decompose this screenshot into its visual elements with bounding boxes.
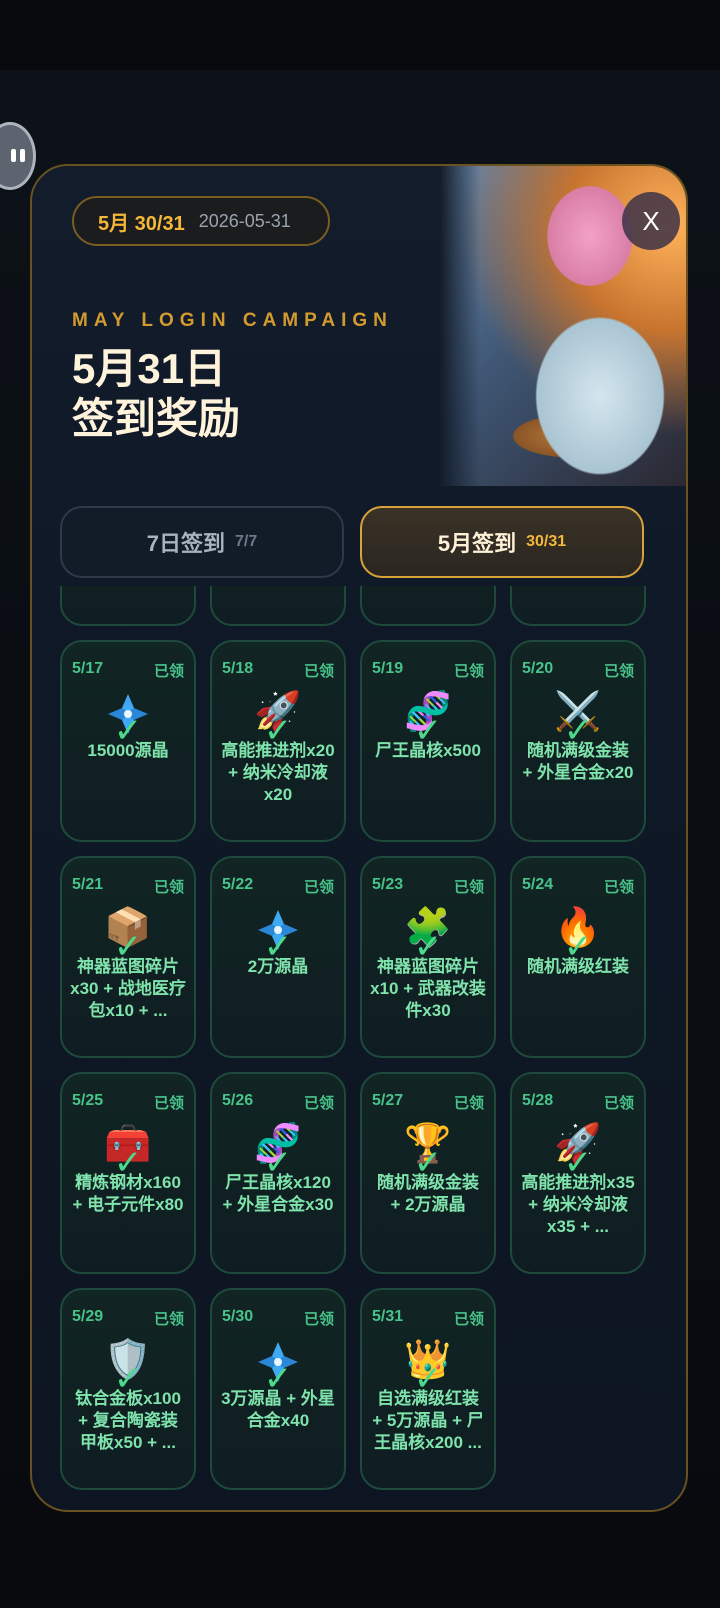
reward-text: 2万源晶 <box>247 957 309 976</box>
reward-text: 随机满级金装 + 外星合金x20 <box>522 741 634 782</box>
current-date: 2026-05-31 <box>198 210 291 231</box>
claimed-status: 已领 <box>453 879 484 896</box>
card-date: 5/29 <box>72 1308 104 1325</box>
card-date: 5/19 <box>372 660 404 677</box>
date-pill: 5月 30/31 2026-05-31 <box>72 196 330 246</box>
claimed-status: 已领 <box>603 879 634 896</box>
reward-card-5-24[interactable]: 5/24 已领 🔥 ✓ 随机满级红装 <box>510 856 646 1058</box>
reward-text: 随机满级红装 <box>527 957 629 976</box>
reward-card-partial[interactable] <box>60 586 196 626</box>
claimed-status: 已领 <box>303 1095 334 1112</box>
claimed-status: 已领 <box>303 1311 334 1328</box>
reward-text: 高能推进剂x35 + 纳米冷却液x35 + ... <box>521 1173 635 1236</box>
claimed-status: 已领 <box>303 879 334 896</box>
reward-card-partial[interactable] <box>510 586 646 626</box>
claimed-status: 已领 <box>453 1095 484 1112</box>
card-date: 5/30 <box>222 1308 254 1325</box>
card-date: 5/23 <box>372 876 404 893</box>
reward-card-5-26[interactable]: 5/26 已领 🧬 ✓ 尸王晶核x120 + 外星合金x30 <box>210 1072 346 1274</box>
reward-text: 精炼钢材x160 + 电子元件x80 <box>72 1173 184 1214</box>
reward-card-5-19[interactable]: 5/19 已领 🧬 ✓ 尸王晶核x500 <box>360 640 496 842</box>
close-button[interactable]: X <box>622 192 680 250</box>
reward-text: 自选满级红装 + 5万源晶 + 尸王晶核x200 ... <box>372 1389 484 1452</box>
card-date: 5/17 <box>72 660 104 677</box>
reward-grid[interactable]: 5/17 已领 ✓ 15000源晶 5/18 已领 🚀 ✓ 高能推进剂x20 + 纳米冷却液x2… <box>60 586 646 1510</box>
claimed-status: 已领 <box>453 663 484 680</box>
card-date: 5/18 <box>222 660 254 677</box>
card-date: 5/31 <box>372 1308 404 1325</box>
campaign-eyebrow: MAY LOGIN CAMPAIGN <box>72 310 393 331</box>
reward-card-5-29[interactable]: 5/29 已领 🛡️ ✓ 钛合金板x100 + 复合陶瓷装甲板x50 + ... <box>60 1288 196 1490</box>
reward-card-5-20[interactable]: 5/20 已领 ⚔️ ✓ 随机满级金装 + 外星合金x20 <box>510 640 646 842</box>
month-progress: 5月 30/31 <box>98 212 185 235</box>
reward-card-5-25[interactable]: 5/25 已领 🧰 ✓ 精炼钢材x160 + 电子元件x80 <box>60 1072 196 1274</box>
reward-text: 神器蓝图碎片x10 + 武器改装件x30 <box>370 957 486 1020</box>
card-date: 5/20 <box>522 660 554 677</box>
claimed-status: 已领 <box>453 1311 484 1328</box>
reward-card-partial[interactable] <box>360 586 496 626</box>
reward-text: 钛合金板x100 + 复合陶瓷装甲板x50 + ... <box>75 1389 181 1452</box>
reward-card-5-21[interactable]: 5/21 已领 📦 ✓ 神器蓝图碎片x30 + 战地医疗包x10 + ... <box>60 856 196 1058</box>
reward-card-5-17[interactable]: 5/17 已领 ✓ 15000源晶 <box>60 640 196 842</box>
reward-text: 随机满级金装 + 2万源晶 <box>377 1173 479 1214</box>
reward-text: 高能推进剂x20 + 纳米冷却液x20 <box>221 741 335 804</box>
card-date: 5/26 <box>222 1092 254 1109</box>
claimed-status: 已领 <box>153 663 184 680</box>
reward-card-5-28[interactable]: 5/28 已领 🚀 ✓ 高能推进剂x35 + 纳米冷却液x35 + ... <box>510 1072 646 1274</box>
claimed-status: 已领 <box>153 1311 184 1328</box>
tab-7day-signin[interactable]: 7日签到 7/7 <box>60 506 344 578</box>
reward-text: 尸王晶核x500 <box>375 741 481 760</box>
reward-card-5-22[interactable]: 5/22 已领 ✓ 2万源晶 <box>210 856 346 1058</box>
tab-monthly-signin[interactable]: 5月签到 30/31 <box>360 506 644 578</box>
claimed-status: 已领 <box>153 879 184 896</box>
reward-card-5-27[interactable]: 5/27 已领 🏆 ✓ 随机满级金装 + 2万源晶 <box>360 1072 496 1274</box>
page-title: 5月31日 签到奖励 <box>72 345 241 442</box>
signin-modal: X 5月 30/31 2026-05-31 MAY LOGIN CAMPAIGN… <box>30 164 688 1512</box>
reward-card-5-31[interactable]: 5/31 已领 👑 ✓ 自选满级红装 + 5万源晶 + 尸王晶核x200 ... <box>360 1288 496 1490</box>
reward-card-5-30[interactable]: 5/30 已领 ✓ 3万源晶 + 外星合金x40 <box>210 1288 346 1490</box>
card-date: 5/21 <box>72 876 104 893</box>
claimed-status: 已领 <box>603 663 634 680</box>
reward-text: 15000源晶 <box>87 741 169 760</box>
reward-card-partial[interactable] <box>210 586 346 626</box>
claimed-status: 已领 <box>153 1095 184 1112</box>
claimed-status: 已领 <box>603 1095 634 1112</box>
reward-text: 神器蓝图碎片x30 + 战地医疗包x10 + ... <box>70 957 186 1020</box>
card-date: 5/27 <box>372 1092 404 1109</box>
reward-text: 3万源晶 + 外星合金x40 <box>221 1389 335 1430</box>
claimed-status: 已领 <box>303 663 334 680</box>
reward-card-5-23[interactable]: 5/23 已领 🧩 ✓ 神器蓝图碎片x10 + 武器改装件x30 <box>360 856 496 1058</box>
card-date: 5/22 <box>222 876 254 893</box>
reward-card-5-18[interactable]: 5/18 已领 🚀 ✓ 高能推进剂x20 + 纳米冷却液x20 <box>210 640 346 842</box>
card-date: 5/28 <box>522 1092 554 1109</box>
card-date: 5/25 <box>72 1092 104 1109</box>
reward-text: 尸王晶核x120 + 外星合金x30 <box>222 1173 334 1214</box>
card-date: 5/24 <box>522 876 554 893</box>
